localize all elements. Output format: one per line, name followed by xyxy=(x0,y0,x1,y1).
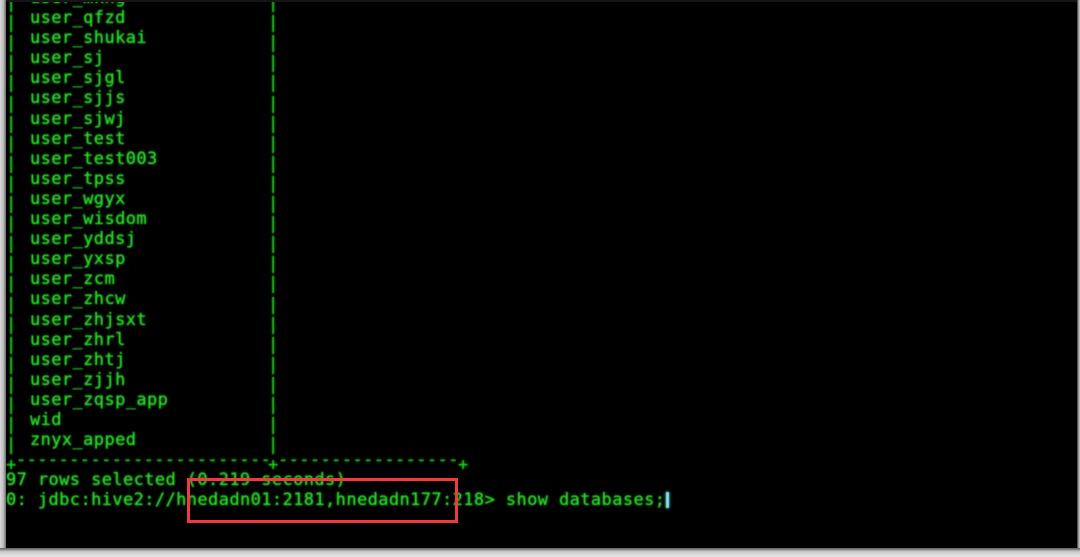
database-row: | user_yxsp | xyxy=(6,249,669,274)
database-name: user_qfzd xyxy=(30,8,126,29)
database-row: | user_zhrl | xyxy=(6,329,669,355)
database-row: | user_yddsj | xyxy=(6,229,669,254)
database-row: | user_test003 | xyxy=(6,148,669,174)
database-row: | user_zhtj | xyxy=(6,349,669,375)
database-row: | user_sjwj | xyxy=(6,108,669,134)
terminal-screenshot: | user_mkhg|| user_qfzd|| user_shukai|| … xyxy=(0,0,1080,557)
database-row: | wid | xyxy=(6,409,669,435)
database-name: user_tpss xyxy=(30,168,126,189)
database-name: user_sjwj xyxy=(30,108,126,129)
separator-junction-far-right: + xyxy=(458,455,469,476)
terminal-text-buffer: | user_mkhg|| user_qfzd|| user_shukai|| … xyxy=(6,0,670,511)
database-row: | user_zhcw | xyxy=(6,289,669,314)
database-row: | user_wisdom | xyxy=(6,209,669,234)
window-frame-bottom xyxy=(0,548,1080,557)
database-name: user_test003 xyxy=(30,148,158,169)
database-row: | user_sjgl | xyxy=(6,68,669,93)
rows-selected-status: 97 rows selected (0.219 seconds) xyxy=(6,470,347,491)
database-row: | user_zjjh | xyxy=(6,369,669,395)
database-row: | user_qfzd | xyxy=(6,8,669,33)
database-name: user_sj xyxy=(30,48,105,69)
database-name: user_sjjs xyxy=(30,88,126,109)
database-name: wid xyxy=(30,409,62,430)
database-name: user_zqsp_app xyxy=(30,389,169,410)
database-name: user_zjjh xyxy=(30,369,126,390)
database-name: user_yddsj xyxy=(30,229,137,250)
database-name: user_wgyx xyxy=(30,188,126,209)
database-name: user_sjgl xyxy=(30,68,126,89)
database-name: user_test xyxy=(30,128,126,149)
database-row: | user_tpss | xyxy=(6,168,669,194)
database-row: | znyx_apped | xyxy=(6,430,669,455)
database-name: user_zhcw xyxy=(30,289,126,310)
database-name: znyx_apped xyxy=(30,430,137,451)
database-name: user_wisdom xyxy=(30,209,147,230)
database-name: user_zhtj xyxy=(30,349,126,370)
separator-dashes: ---------------------------------------- xyxy=(16,450,268,471)
text-cursor xyxy=(666,492,670,509)
database-row: | user_zhjsxt | xyxy=(6,309,669,335)
prompt-prefix: 0: jdbc:hive2://hnedadn01:2181,hnedadn17… xyxy=(6,490,506,511)
database-row: | user_zcm | xyxy=(6,269,669,294)
database-row: | user_shukai | xyxy=(6,28,669,53)
database-name: user_shukai xyxy=(30,28,147,49)
terminal-output-area[interactable]: | user_mkhg|| user_qfzd|| user_shukai|| … xyxy=(6,0,1077,548)
database-name: user_zhjsxt xyxy=(30,309,147,330)
database-name: user_yxsp xyxy=(30,249,126,270)
database-name: user_zcm xyxy=(30,269,116,290)
database-row: | user_sjjs | xyxy=(6,88,669,113)
table-separator-line: +---------------------------------------… xyxy=(6,450,669,475)
database-row: | user_wgyx | xyxy=(6,188,669,214)
database-name: user_zhrl xyxy=(30,329,126,350)
beeline-prompt-line[interactable]: 0: jdbc:hive2://hnedadn01:2181,hnedadn17… xyxy=(6,490,670,511)
command-input[interactable]: show databases; xyxy=(506,490,666,510)
separator-dashes-tail: ---------------------------- xyxy=(278,450,458,471)
window-frame-left xyxy=(0,0,6,552)
database-row: | user_test | xyxy=(6,128,669,154)
database-row: | user_zqsp_app | xyxy=(6,389,669,415)
database-row: | user_sj | xyxy=(6,48,669,73)
window-frame-top xyxy=(0,0,1080,2)
